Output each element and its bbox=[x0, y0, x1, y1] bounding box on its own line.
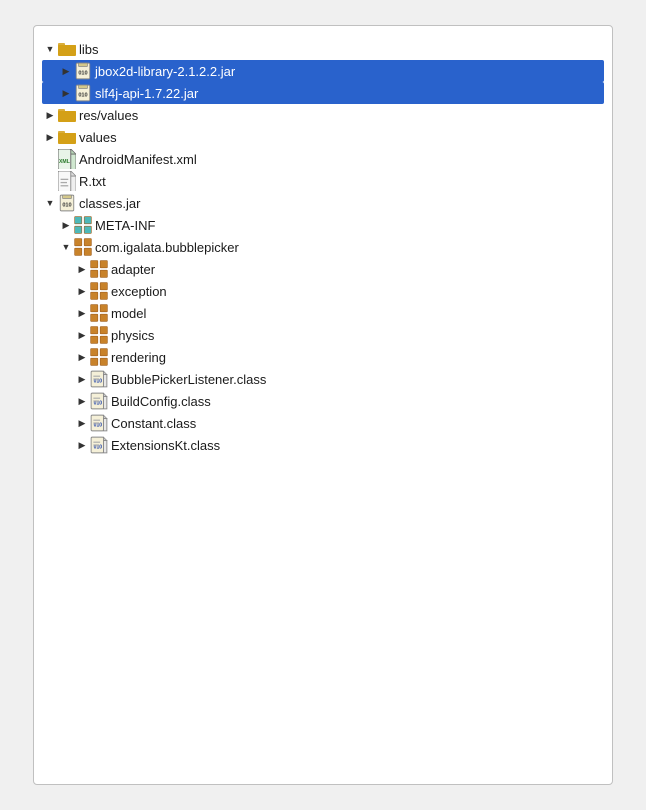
toggle-arrow-buildconfig[interactable] bbox=[74, 393, 90, 409]
tree-item-slf4j[interactable]: 010 slf4j-api-1.7.22.jar bbox=[42, 82, 604, 104]
tree-item-rtxt[interactable]: R.txt bbox=[42, 170, 604, 192]
class-icon: 010 bbox=[90, 370, 108, 388]
svg-text:010: 010 bbox=[78, 92, 87, 98]
package-teal-icon bbox=[74, 216, 92, 234]
tree-container: libs 010 jbox2d-library-2.1.2.2.jar 010 … bbox=[42, 38, 604, 456]
svg-text:010: 010 bbox=[62, 202, 71, 208]
package-icon bbox=[90, 304, 108, 322]
toggle-arrow-values[interactable] bbox=[42, 129, 58, 145]
jar-icon: 010 bbox=[58, 194, 76, 212]
xml-icon: XML bbox=[58, 150, 76, 168]
toggle-arrow-bubblepickerlistener[interactable] bbox=[74, 371, 90, 387]
tree-item-constant[interactable]: 010 Constant.class bbox=[42, 412, 604, 434]
item-label-slf4j: slf4j-api-1.7.22.jar bbox=[95, 86, 198, 101]
tree-item-jbox2d[interactable]: 010 jbox2d-library-2.1.2.2.jar bbox=[42, 60, 604, 82]
tree-item-physics[interactable]: physics bbox=[42, 324, 604, 346]
item-label-androidmanifest: AndroidManifest.xml bbox=[79, 152, 197, 167]
toggle-arrow-adapter[interactable] bbox=[74, 261, 90, 277]
item-label-adapter: adapter bbox=[111, 262, 155, 277]
toggle-arrow-classes_jar[interactable] bbox=[42, 195, 58, 211]
item-label-constant: Constant.class bbox=[111, 416, 196, 431]
item-label-classes_jar: classes.jar bbox=[79, 196, 140, 211]
toggle-arrow-slf4j[interactable] bbox=[58, 85, 74, 101]
item-label-physics: physics bbox=[111, 328, 154, 343]
item-label-rendering: rendering bbox=[111, 350, 166, 365]
item-label-model: model bbox=[111, 306, 146, 321]
item-label-com_igalata: com.igalata.bubblepicker bbox=[95, 240, 239, 255]
item-label-jbox2d: jbox2d-library-2.1.2.2.jar bbox=[95, 64, 235, 79]
toggle-arrow-exception[interactable] bbox=[74, 283, 90, 299]
tree-item-libs[interactable]: libs bbox=[42, 38, 604, 60]
jar-icon: 010 bbox=[74, 62, 92, 80]
toggle-arrow-physics[interactable] bbox=[74, 327, 90, 343]
txt-icon bbox=[58, 172, 76, 190]
jar-icon: 010 bbox=[74, 84, 92, 102]
toggle-arrow-libs[interactable] bbox=[42, 41, 58, 57]
tree-item-res_values[interactable]: res/values bbox=[42, 104, 604, 126]
item-label-values: values bbox=[79, 130, 117, 145]
package-icon bbox=[90, 348, 108, 366]
toggle-arrow-model[interactable] bbox=[74, 305, 90, 321]
item-label-res_values: res/values bbox=[79, 108, 138, 123]
folder-icon bbox=[58, 128, 76, 146]
item-label-libs: libs bbox=[79, 42, 99, 57]
file-tree-panel: libs 010 jbox2d-library-2.1.2.2.jar 010 … bbox=[33, 25, 613, 785]
class-icon: 010 bbox=[90, 414, 108, 432]
package-icon bbox=[90, 260, 108, 278]
tree-item-values[interactable]: values bbox=[42, 126, 604, 148]
tree-item-adapter[interactable]: adapter bbox=[42, 258, 604, 280]
folder-icon bbox=[58, 106, 76, 124]
tree-item-exception[interactable]: exception bbox=[42, 280, 604, 302]
class-icon: 010 bbox=[90, 392, 108, 410]
class-icon: 010 bbox=[90, 436, 108, 454]
toggle-arrow-jbox2d[interactable] bbox=[58, 63, 74, 79]
tree-item-buildconfig[interactable]: 010 BuildConfig.class bbox=[42, 390, 604, 412]
toggle-arrow-meta_inf[interactable] bbox=[58, 217, 74, 233]
svg-text:XML: XML bbox=[59, 159, 70, 165]
tree-item-com_igalata[interactable]: com.igalata.bubblepicker bbox=[42, 236, 604, 258]
toggle-arrow-com_igalata[interactable] bbox=[58, 239, 74, 255]
item-label-rtxt: R.txt bbox=[79, 174, 106, 189]
package-icon bbox=[90, 326, 108, 344]
toggle-arrow-extensionskt[interactable] bbox=[74, 437, 90, 453]
tree-item-model[interactable]: model bbox=[42, 302, 604, 324]
tree-item-androidmanifest[interactable]: XML AndroidManifest.xml bbox=[42, 148, 604, 170]
item-label-bubblepickerlistener: BubblePickerListener.class bbox=[111, 372, 266, 387]
tree-item-bubblepickerlistener[interactable]: 010 BubblePickerListener.class bbox=[42, 368, 604, 390]
package-icon bbox=[74, 238, 92, 256]
tree-item-meta_inf[interactable]: META-INF bbox=[42, 214, 604, 236]
svg-text:010: 010 bbox=[78, 70, 87, 76]
tree-item-rendering[interactable]: rendering bbox=[42, 346, 604, 368]
package-icon bbox=[90, 282, 108, 300]
item-label-extensionskt: ExtensionsKt.class bbox=[111, 438, 220, 453]
item-label-buildconfig: BuildConfig.class bbox=[111, 394, 211, 409]
item-label-meta_inf: META-INF bbox=[95, 218, 155, 233]
item-label-exception: exception bbox=[111, 284, 167, 299]
toggle-arrow-rendering[interactable] bbox=[74, 349, 90, 365]
tree-item-classes_jar[interactable]: 010 classes.jar bbox=[42, 192, 604, 214]
toggle-arrow-res_values[interactable] bbox=[42, 107, 58, 123]
toggle-arrow-constant[interactable] bbox=[74, 415, 90, 431]
folder-icon bbox=[58, 40, 76, 58]
tree-item-extensionskt[interactable]: 010 ExtensionsKt.class bbox=[42, 434, 604, 456]
